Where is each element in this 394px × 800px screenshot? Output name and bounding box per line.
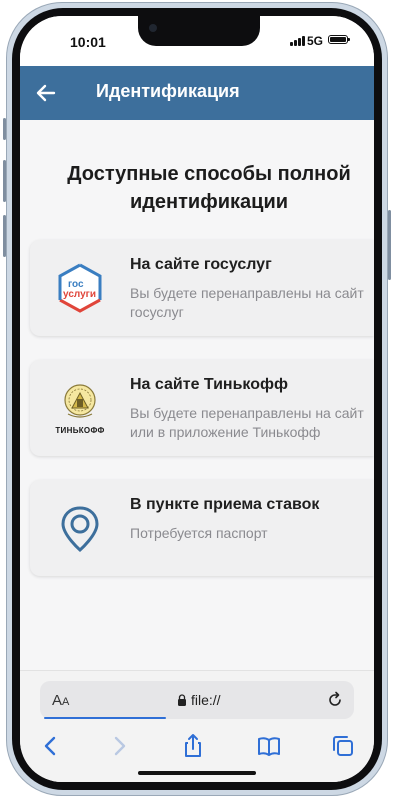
network-label: 5G [307, 34, 324, 48]
url-text: file:// [191, 692, 221, 708]
gosuslugi-emblem-icon: гос услуги [58, 263, 102, 313]
option-description: Вы будете перенаправлены на сайт или в п… [130, 405, 364, 440]
tinkoff-wordmark: ТИНЬКОФФ [55, 426, 105, 435]
option-tinkoff[interactable]: ТИНЬКОФФ На сайте Тинькофф Вы будете пер… [30, 360, 374, 456]
browser-toolbar: AA file:// [20, 670, 374, 782]
bookmarks-icon[interactable] [256, 733, 282, 759]
option-description: Вы будете перенаправлены на сайт госуслу… [130, 285, 364, 320]
gosuslugi-logo-icon: гос услуги [54, 262, 106, 314]
option-gosuslugi[interactable]: гос услуги На сайте госуслуг Вы будете п… [30, 240, 374, 336]
home-indicator [138, 771, 256, 775]
url-progress-line [44, 717, 166, 719]
tabs-icon[interactable] [330, 733, 356, 759]
location-pin-svg [61, 506, 99, 553]
status-time: 10:01 [70, 34, 106, 50]
status-bar: 10:01 5G [20, 16, 374, 66]
text-size-button[interactable]: AA [52, 692, 69, 709]
phone-power-button [388, 210, 391, 280]
gos-logo-text-2: услуги [63, 289, 96, 300]
text-size-large: A [52, 692, 63, 709]
option-title: На сайте госуслуг [130, 256, 272, 273]
battery-icon [328, 35, 350, 44]
tinkoff-logo-icon: ТИНЬКОФФ [54, 382, 106, 435]
forward-icon[interactable] [106, 733, 132, 759]
lock-icon [178, 694, 186, 706]
camera-dot [149, 24, 157, 32]
page-title: Идентификация [96, 81, 240, 101]
main-content: Доступные способы полной идентификации г… [20, 120, 374, 670]
phone-screen: 10:01 5G Идентификация Доступные способы… [20, 16, 374, 782]
back-icon[interactable] [38, 733, 64, 759]
address-bar[interactable]: AA file:// [40, 681, 354, 719]
reload-icon[interactable] [326, 691, 344, 709]
option-title: В пункте приема ставок [130, 496, 320, 513]
option-description: Потребуется паспорт [130, 525, 268, 541]
signal-icon [290, 36, 305, 46]
option-title: На сайте Тинькофф [130, 376, 288, 393]
option-betting-point[interactable]: В пункте приема ставок Потребуется паспо… [30, 480, 374, 576]
app-header: Идентификация [20, 66, 374, 120]
share-icon[interactable] [180, 733, 206, 759]
location-pin-icon [54, 502, 106, 554]
arrow-left-icon[interactable] [34, 81, 58, 105]
text-size-small: A [62, 696, 70, 708]
section-heading: Доступные способы полной идентификации [67, 163, 351, 213]
dynamic-island [138, 16, 260, 46]
